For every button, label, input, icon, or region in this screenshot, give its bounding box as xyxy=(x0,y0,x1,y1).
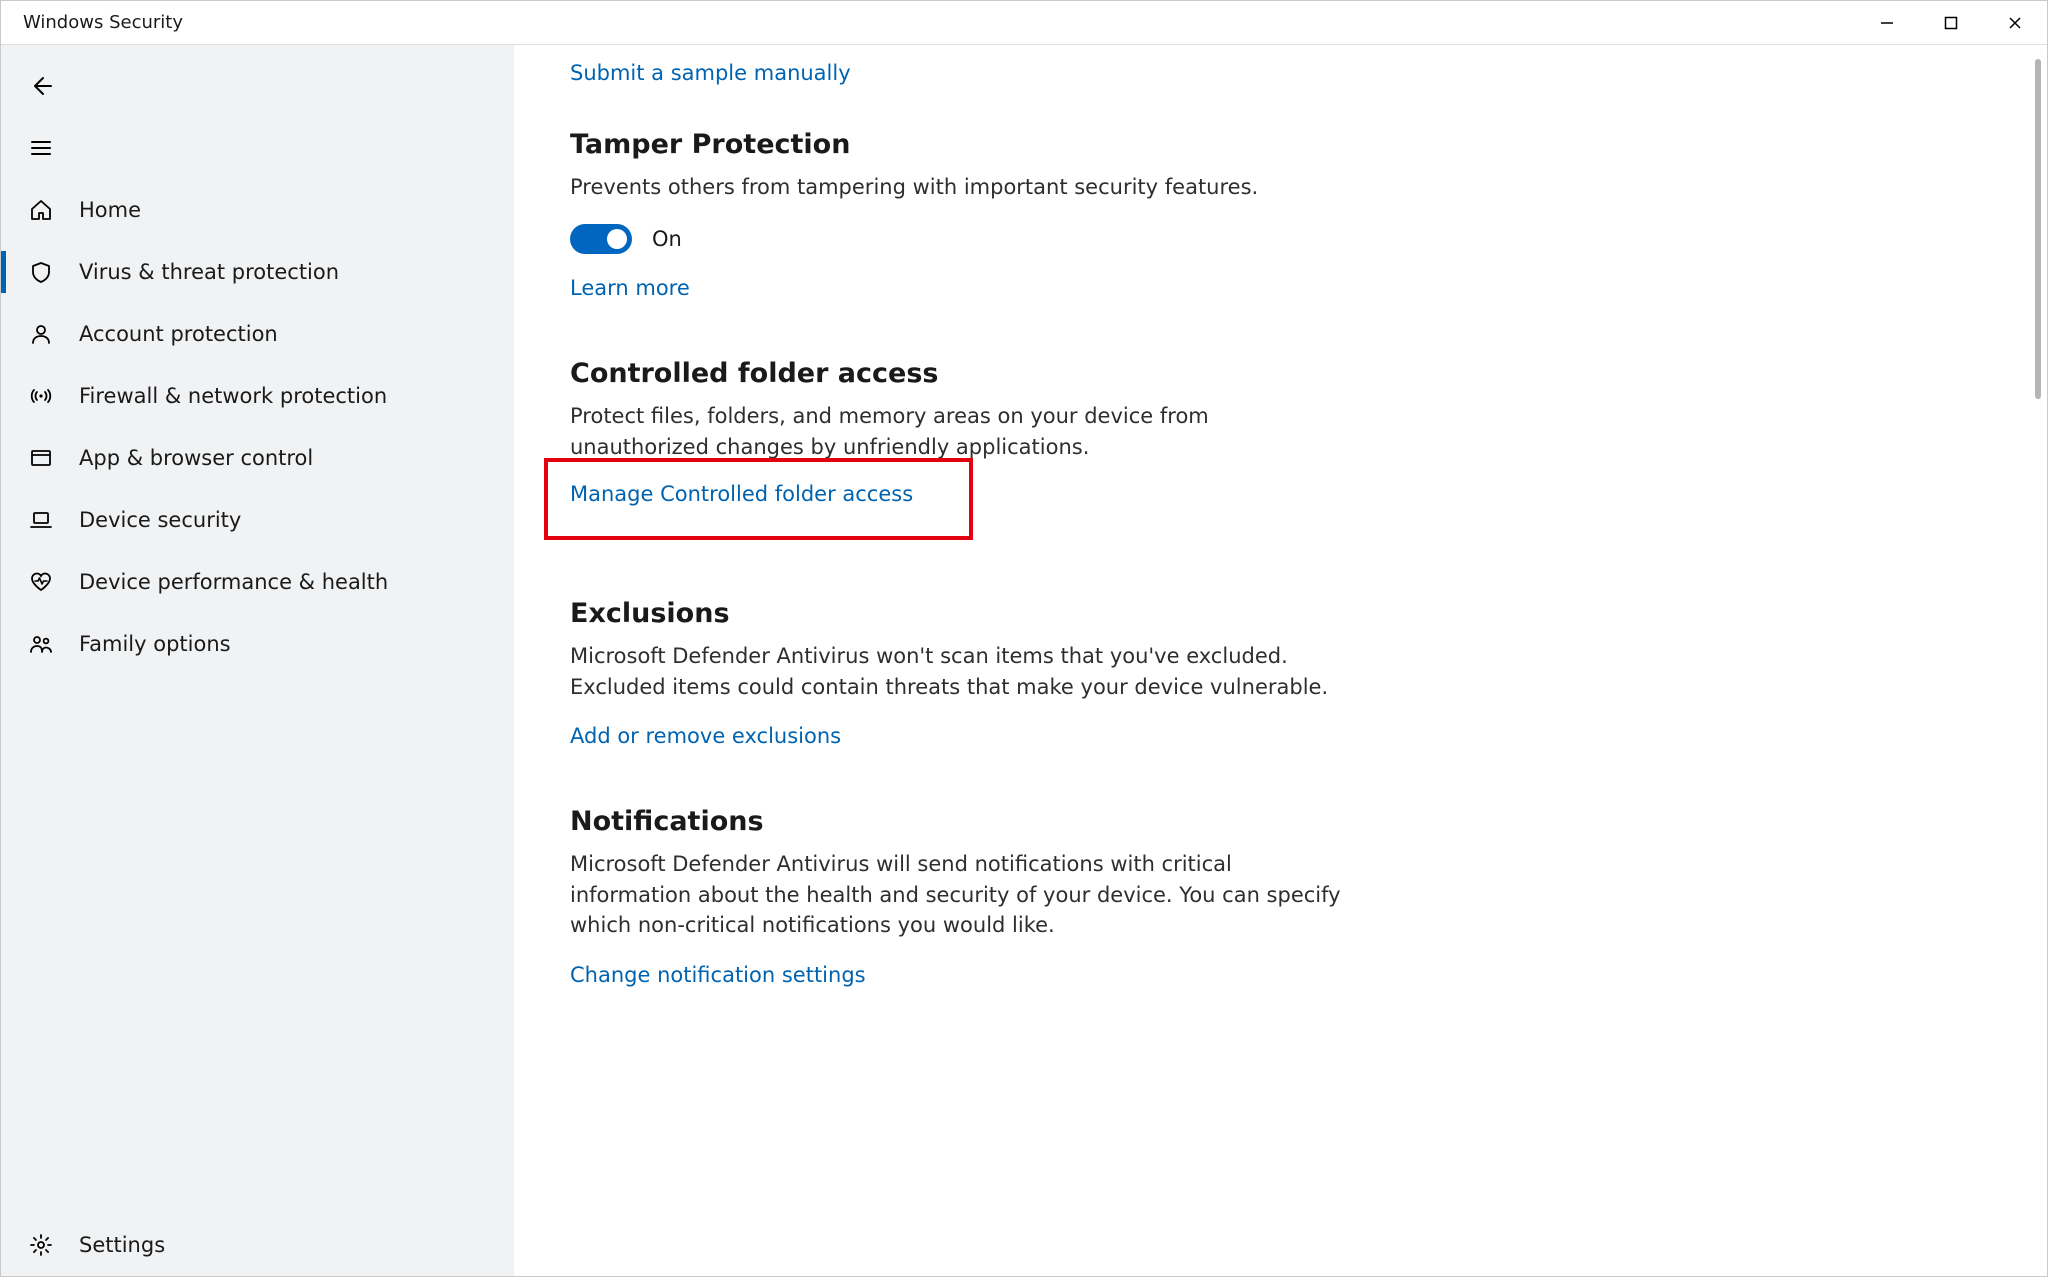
sidebar-item-label: Family options xyxy=(79,632,231,656)
exclusions-desc: Microsoft Defender Antivirus won't scan … xyxy=(570,641,1330,702)
main-content: Submit a sample manually Tamper Protecti… xyxy=(514,45,2047,1276)
add-remove-exclusions-link[interactable]: Add or remove exclusions xyxy=(570,724,841,748)
sidebar-item-label: Home xyxy=(79,198,141,222)
minimize-button[interactable] xyxy=(1855,1,1919,45)
sidebar-item-virus-threat-protection[interactable]: Virus & threat protection xyxy=(1,241,514,303)
tamper-protection-heading: Tamper Protection xyxy=(570,129,1410,160)
hamburger-icon xyxy=(27,136,55,160)
tamper-protection-toggle-row: On xyxy=(570,224,1410,254)
sidebar-item-label: Account protection xyxy=(79,322,278,346)
app-body: Home Virus & threat protection Account p… xyxy=(1,45,2047,1276)
exclusions-section: Exclusions Microsoft Defender Antivirus … xyxy=(570,598,1410,748)
person-icon xyxy=(27,322,55,346)
exclusions-heading: Exclusions xyxy=(570,598,1410,629)
sidebar-item-label: Settings xyxy=(79,1233,165,1257)
manage-cfa-link[interactable]: Manage Controlled folder access xyxy=(570,482,913,506)
sidebar-spacer xyxy=(1,675,514,1214)
annotation-highlight: Manage Controlled folder access xyxy=(544,458,973,540)
sidebar-item-label: Device security xyxy=(79,508,241,532)
antenna-icon xyxy=(27,384,55,408)
minimize-icon xyxy=(1880,16,1894,30)
tamper-protection-toggle[interactable] xyxy=(570,224,632,254)
sidebar-item-firewall-network[interactable]: Firewall & network protection xyxy=(1,365,514,427)
sidebar-item-device-security[interactable]: Device security xyxy=(1,489,514,551)
sidebar-item-settings[interactable]: Settings xyxy=(1,1214,514,1276)
controlled-folder-access-section: Controlled folder access Protect files, … xyxy=(570,358,1410,540)
sidebar-item-home[interactable]: Home xyxy=(1,179,514,241)
selection-indicator xyxy=(1,251,6,293)
family-icon xyxy=(27,632,55,656)
gear-icon xyxy=(27,1233,55,1257)
home-icon xyxy=(27,198,55,222)
sidebar-item-account-protection[interactable]: Account protection xyxy=(1,303,514,365)
sidebar-item-label: Device performance & health xyxy=(79,570,388,594)
submit-sample-link[interactable]: Submit a sample manually xyxy=(570,61,851,85)
window-controls xyxy=(1855,1,2047,45)
sidebar-item-label: App & browser control xyxy=(79,446,313,470)
shield-icon xyxy=(27,260,55,284)
laptop-icon xyxy=(27,508,55,532)
cfa-heading: Controlled folder access xyxy=(570,358,1410,389)
vertical-scrollbar[interactable] xyxy=(2035,59,2041,399)
tamper-learn-more-link[interactable]: Learn more xyxy=(570,276,690,300)
close-button[interactable] xyxy=(1983,1,2047,45)
app-window-icon xyxy=(27,446,55,470)
close-icon xyxy=(2008,16,2022,30)
sidebar: Home Virus & threat protection Account p… xyxy=(1,45,514,1276)
tamper-protection-toggle-state: On xyxy=(652,227,682,251)
sidebar-item-family-options[interactable]: Family options xyxy=(1,613,514,675)
hamburger-button[interactable] xyxy=(1,117,514,179)
maximize-icon xyxy=(1944,16,1958,30)
notifications-heading: Notifications xyxy=(570,806,1410,837)
tamper-protection-desc: Prevents others from tampering with impo… xyxy=(570,172,1410,202)
tamper-protection-section: Tamper Protection Prevents others from t… xyxy=(570,129,1410,300)
sidebar-item-label: Virus & threat protection xyxy=(79,260,339,284)
window-title: Windows Security xyxy=(1,12,183,33)
sidebar-item-app-browser-control[interactable]: App & browser control xyxy=(1,427,514,489)
notifications-section: Notifications Microsoft Defender Antivir… xyxy=(570,806,1410,986)
maximize-button[interactable] xyxy=(1919,1,1983,45)
content-column: Submit a sample manually Tamper Protecti… xyxy=(570,45,1410,987)
toggle-knob xyxy=(607,229,627,249)
cfa-desc: Protect files, folders, and memory areas… xyxy=(570,401,1350,462)
change-notification-settings-link[interactable]: Change notification settings xyxy=(570,963,866,987)
back-button[interactable] xyxy=(1,55,514,117)
back-arrow-icon xyxy=(27,74,55,98)
sidebar-item-label: Firewall & network protection xyxy=(79,384,387,408)
title-bar: Windows Security xyxy=(1,1,2047,45)
sidebar-item-device-performance-health[interactable]: Device performance & health xyxy=(1,551,514,613)
notifications-desc: Microsoft Defender Antivirus will send n… xyxy=(570,849,1350,940)
heart-pulse-icon xyxy=(27,570,55,594)
app-window: Windows Security xyxy=(0,0,2048,1277)
